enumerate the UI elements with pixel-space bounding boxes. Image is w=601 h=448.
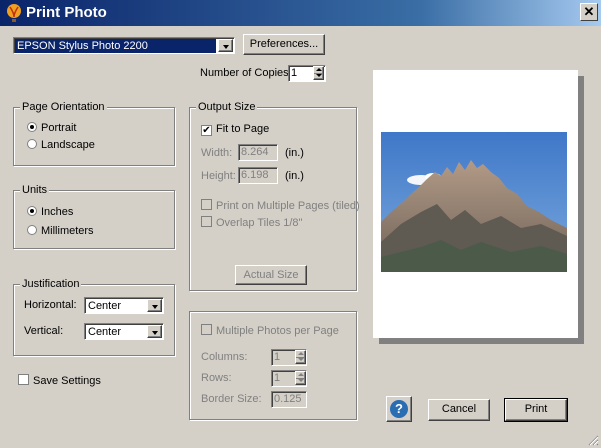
photo-preview-image xyxy=(381,132,567,272)
justification-group: Justification Horizontal: Center Vertica… xyxy=(13,278,175,356)
fit-to-page-label: Fit to Page xyxy=(216,123,270,135)
close-icon: ✕ xyxy=(583,4,595,19)
checkbox-icon xyxy=(18,374,29,385)
width-unit: (in.) xyxy=(285,147,304,159)
overlap-tiles-checkbox[interactable]: Overlap Tiles 1/8" xyxy=(201,216,302,229)
printer-selected-value: EPSON Stylus Photo 2200 xyxy=(15,39,216,53)
radio-icon xyxy=(27,139,37,149)
radio-selected-icon xyxy=(27,206,37,216)
vertical-label: Vertical: xyxy=(24,325,64,337)
multi-photos-checkbox[interactable]: Multiple Photos per Page xyxy=(201,324,339,337)
height-unit: (in.) xyxy=(285,170,304,182)
checkmark-icon: ✔ xyxy=(201,125,212,136)
copies-value: 1 xyxy=(291,67,298,79)
height-value: 6.198 xyxy=(241,169,269,181)
justification-legend: Justification xyxy=(20,278,82,290)
fit-to-page-checkbox[interactable]: ✔ Fit to Page xyxy=(201,123,269,136)
portrait-radio[interactable]: Portrait xyxy=(27,122,76,134)
units-group: Units Inches Millimeters xyxy=(13,184,175,249)
printer-select[interactable]: EPSON Stylus Photo 2200 xyxy=(13,37,235,54)
resize-grip-icon[interactable] xyxy=(587,434,599,446)
rows-stepper[interactable] xyxy=(295,371,306,385)
multi-pages-checkbox[interactable]: Print on Multiple Pages (tiled) xyxy=(201,199,360,212)
width-value: 8.264 xyxy=(241,146,269,158)
title-bar[interactable]: Print Photo ✕ xyxy=(0,0,601,26)
inches-label: Inches xyxy=(41,206,74,218)
actual-size-label: Actual Size xyxy=(243,269,299,281)
landscape-radio[interactable]: Landscape xyxy=(27,139,95,151)
rows-label: Rows: xyxy=(201,372,232,384)
copies-stepper[interactable] xyxy=(313,66,324,80)
preferences-label: Preferences... xyxy=(249,38,319,50)
units-legend: Units xyxy=(20,184,50,196)
print-label: Print xyxy=(524,403,548,415)
width-input[interactable]: 8.264 xyxy=(238,144,278,161)
horizontal-value: Center xyxy=(88,300,122,312)
checkbox-icon xyxy=(201,324,212,335)
preferences-button[interactable]: Preferences... xyxy=(243,34,325,55)
cancel-label: Cancel xyxy=(441,403,477,415)
save-settings-checkbox[interactable]: Save Settings xyxy=(18,374,101,387)
help-button[interactable]: ? xyxy=(386,396,412,422)
checkbox-icon xyxy=(201,199,212,210)
overlap-tiles-label: Overlap Tiles 1/8" xyxy=(216,217,303,229)
page-orientation-legend: Page Orientation xyxy=(20,101,107,113)
multi-photos-label: Multiple Photos per Page xyxy=(216,325,339,337)
spin-down-icon[interactable] xyxy=(296,378,305,384)
output-size-legend: Output Size xyxy=(196,101,258,113)
chevron-down-icon[interactable] xyxy=(218,39,233,52)
millimeters-radio[interactable]: Millimeters xyxy=(27,225,94,237)
width-label: Width: xyxy=(201,147,233,159)
border-size-value: 0.125 xyxy=(274,393,302,405)
close-button[interactable]: ✕ xyxy=(580,3,598,21)
inches-radio[interactable]: Inches xyxy=(27,206,73,218)
cancel-button[interactable]: Cancel xyxy=(428,399,490,421)
chevron-down-icon[interactable] xyxy=(147,299,162,312)
print-preview xyxy=(373,70,578,338)
height-label: Height: xyxy=(201,170,236,182)
window-title: Print Photo xyxy=(26,4,107,21)
save-settings-label: Save Settings xyxy=(33,375,101,387)
actual-size-button[interactable]: Actual Size xyxy=(235,265,307,285)
border-size-label: Border Size: xyxy=(201,393,262,405)
print-button[interactable]: Print xyxy=(504,398,568,422)
landscape-label: Landscape xyxy=(41,139,95,151)
height-input[interactable]: 6.198 xyxy=(238,167,278,184)
hot-air-balloon-icon xyxy=(7,4,21,22)
columns-value: 1 xyxy=(274,351,281,363)
horizontal-select[interactable]: Center xyxy=(84,297,164,314)
checkbox-icon xyxy=(201,216,212,227)
columns-label: Columns: xyxy=(201,351,248,363)
horizontal-label: Horizontal: xyxy=(24,299,77,311)
vertical-value: Center xyxy=(88,326,122,338)
print-photo-dialog: Print Photo ✕ EPSON Stylus Photo 2200 Pr… xyxy=(0,0,601,448)
radio-icon xyxy=(27,225,37,235)
rows-value: 1 xyxy=(274,372,281,384)
portrait-label: Portrait xyxy=(41,122,77,134)
multi-pages-label: Print on Multiple Pages (tiled) xyxy=(216,200,360,212)
columns-stepper[interactable] xyxy=(295,350,306,364)
vertical-select[interactable]: Center xyxy=(84,323,164,340)
multi-photos-group: Multiple Photos per Page Columns: 1 Rows… xyxy=(189,311,357,420)
spin-down-icon[interactable] xyxy=(296,357,305,363)
output-size-group: Output Size ✔ Fit to Page Width: 8.264 (i… xyxy=(189,101,360,291)
help-icon: ? xyxy=(390,400,408,418)
copies-label: Number of Copies: xyxy=(200,67,292,79)
border-size-input[interactable]: 0.125 xyxy=(271,391,307,408)
radio-selected-icon xyxy=(27,122,37,132)
spin-down-icon[interactable] xyxy=(314,73,323,79)
millimeters-label: Millimeters xyxy=(41,225,94,237)
page-orientation-group: Page Orientation Portrait Landscape xyxy=(13,101,175,166)
chevron-down-icon[interactable] xyxy=(147,325,162,338)
